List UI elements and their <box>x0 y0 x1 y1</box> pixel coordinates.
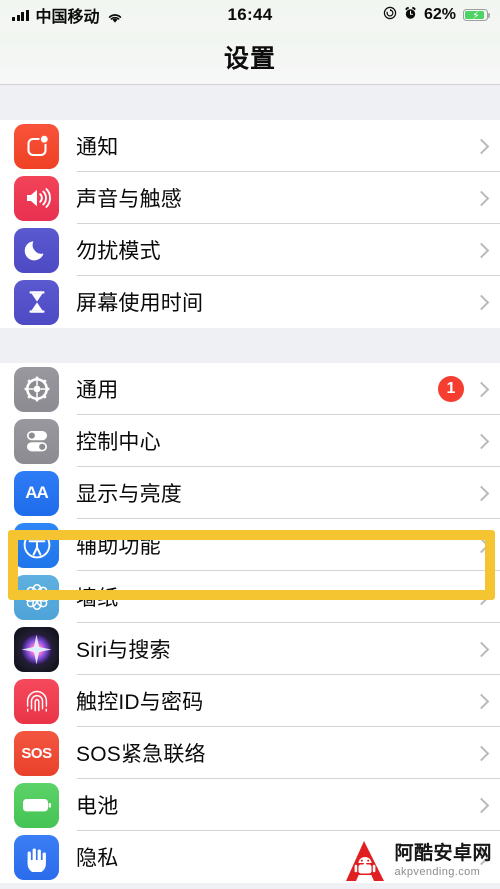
display-brightness-aa-icon: AA <box>14 470 59 516</box>
general-gear-icon <box>14 366 59 412</box>
settings-row-siri-search[interactable]: Siri与搜索 <box>0 623 500 675</box>
emergency-sos-icon: SOS <box>14 730 59 776</box>
row-accessory <box>476 693 486 710</box>
wifi-icon <box>107 9 123 23</box>
settings-group-general: 通用 1 控制中心 AA 显示与亮度 辅助功能 墙纸 Siri与搜索 触控ID与… <box>0 363 500 883</box>
settings-row-label: 屏幕使用时间 <box>76 292 204 315</box>
chevron-right-icon <box>476 485 486 502</box>
group-spacer-middle <box>0 328 500 363</box>
screen-time-hourglass-icon <box>14 279 59 325</box>
watermark-logo-icon <box>342 839 388 883</box>
page-title: 设置 <box>223 45 276 73</box>
row-accessory <box>476 433 486 450</box>
battery-icon <box>14 782 59 828</box>
battery-percent-label: 62% <box>423 6 456 23</box>
row-accessory <box>476 485 486 502</box>
settings-row-label: 通用 <box>76 379 119 402</box>
settings-row-do-not-disturb[interactable]: 勿扰模式 <box>0 224 500 276</box>
accessibility-icon <box>14 522 59 568</box>
settings-row-label: 勿扰模式 <box>76 240 161 263</box>
settings-list[interactable]: 通知 声音与触感 勿扰模式 屏幕使用时间 通用 1 控制中心 AA 显示与亮度 … <box>0 85 500 889</box>
row-accessory <box>476 641 486 658</box>
iphone-settings-screen: 中国移动 16:44 62% ⚡ 设置 通知 声音与触感 勿扰模式 屏幕使用时间… <box>0 0 500 889</box>
chevron-right-icon <box>476 693 486 710</box>
status-bar: 中国移动 16:44 62% ⚡ <box>0 0 500 30</box>
settings-row-label: SOS紧急联络 <box>76 743 206 766</box>
settings-row-label: 显示与亮度 <box>76 483 182 506</box>
settings-row-label: 声音与触感 <box>76 188 182 211</box>
privacy-hand-icon <box>14 834 59 880</box>
settings-row-wallpaper[interactable]: 墙纸 <box>0 571 500 623</box>
row-accessory <box>476 589 486 606</box>
settings-row-touch-id-passcode[interactable]: 触控ID与密码 <box>0 675 500 727</box>
control-center-toggles-icon <box>14 418 59 464</box>
settings-row-sounds-haptics[interactable]: 声音与触感 <box>0 172 500 224</box>
chevron-right-icon <box>476 381 486 398</box>
do-not-disturb-moon-icon <box>14 227 59 273</box>
settings-row-label: 控制中心 <box>76 431 161 454</box>
row-accessory <box>476 797 486 814</box>
row-accessory <box>476 294 486 311</box>
row-accessory <box>476 537 486 554</box>
sound-haptics-icon <box>14 175 59 221</box>
chevron-right-icon <box>476 797 486 814</box>
status-badge: 1 <box>438 376 464 402</box>
siri-search-icon <box>14 626 59 672</box>
settings-row-label: 电池 <box>76 795 119 818</box>
row-accessory <box>476 138 486 155</box>
chevron-right-icon <box>476 433 486 450</box>
status-bar-right: 62% ⚡ <box>383 5 491 25</box>
row-accessory: 1 <box>438 376 486 402</box>
settings-row-accessibility[interactable]: 辅助功能 <box>0 519 500 571</box>
signal-bars-icon <box>12 9 29 21</box>
settings-row-label: 隐私 <box>76 847 119 870</box>
chevron-right-icon <box>476 190 486 207</box>
watermark-site-name: 阿酷安卓网 <box>394 843 492 864</box>
chevron-right-icon <box>476 138 486 155</box>
chevron-right-icon <box>476 242 486 259</box>
settings-row-label: 触控ID与密码 <box>76 691 204 714</box>
settings-row-display-brightness[interactable]: AA 显示与亮度 <box>0 467 500 519</box>
chevron-right-icon <box>476 589 486 606</box>
touch-id-fingerprint-icon <box>14 678 59 724</box>
settings-row-general[interactable]: 通用 1 <box>0 363 500 415</box>
navigation-bar: 设置 <box>0 30 500 85</box>
watermark-text: 阿酷安卓网 akpvending.com <box>394 844 492 878</box>
settings-row-screen-time[interactable]: 屏幕使用时间 <box>0 276 500 328</box>
row-accessory <box>476 242 486 259</box>
alarm-clock-icon <box>404 5 417 25</box>
settings-row-notifications[interactable]: 通知 <box>0 120 500 172</box>
carrier-label: 中国移动 <box>35 9 100 26</box>
settings-group-notifications: 通知 声音与触感 勿扰模式 屏幕使用时间 <box>0 120 500 328</box>
settings-row-battery[interactable]: 电池 <box>0 779 500 831</box>
settings-row-label: 通知 <box>76 136 119 159</box>
chevron-right-icon <box>476 537 486 554</box>
watermark: 阿酷安卓网 akpvending.com <box>342 839 492 883</box>
settings-row-label: Siri与搜索 <box>76 639 171 662</box>
group-spacer-top <box>0 85 500 120</box>
chevron-right-icon <box>476 641 486 658</box>
rotation-lock-icon <box>383 5 397 25</box>
notifications-icon <box>14 123 59 169</box>
settings-row-control-center[interactable]: 控制中心 <box>0 415 500 467</box>
row-accessory <box>476 745 486 762</box>
chevron-right-icon <box>476 294 486 311</box>
wallpaper-flower-icon <box>14 574 59 620</box>
settings-row-label: 墙纸 <box>76 587 119 610</box>
battery-charging-icon: ⚡ <box>463 8 491 22</box>
chevron-right-icon <box>476 745 486 762</box>
settings-row-label: 辅助功能 <box>76 535 161 558</box>
row-accessory <box>476 190 486 207</box>
status-bar-left: 中国移动 <box>12 3 123 27</box>
watermark-url: akpvending.com <box>394 866 481 878</box>
settings-row-emergency-sos[interactable]: SOS SOS紧急联络 <box>0 727 500 779</box>
